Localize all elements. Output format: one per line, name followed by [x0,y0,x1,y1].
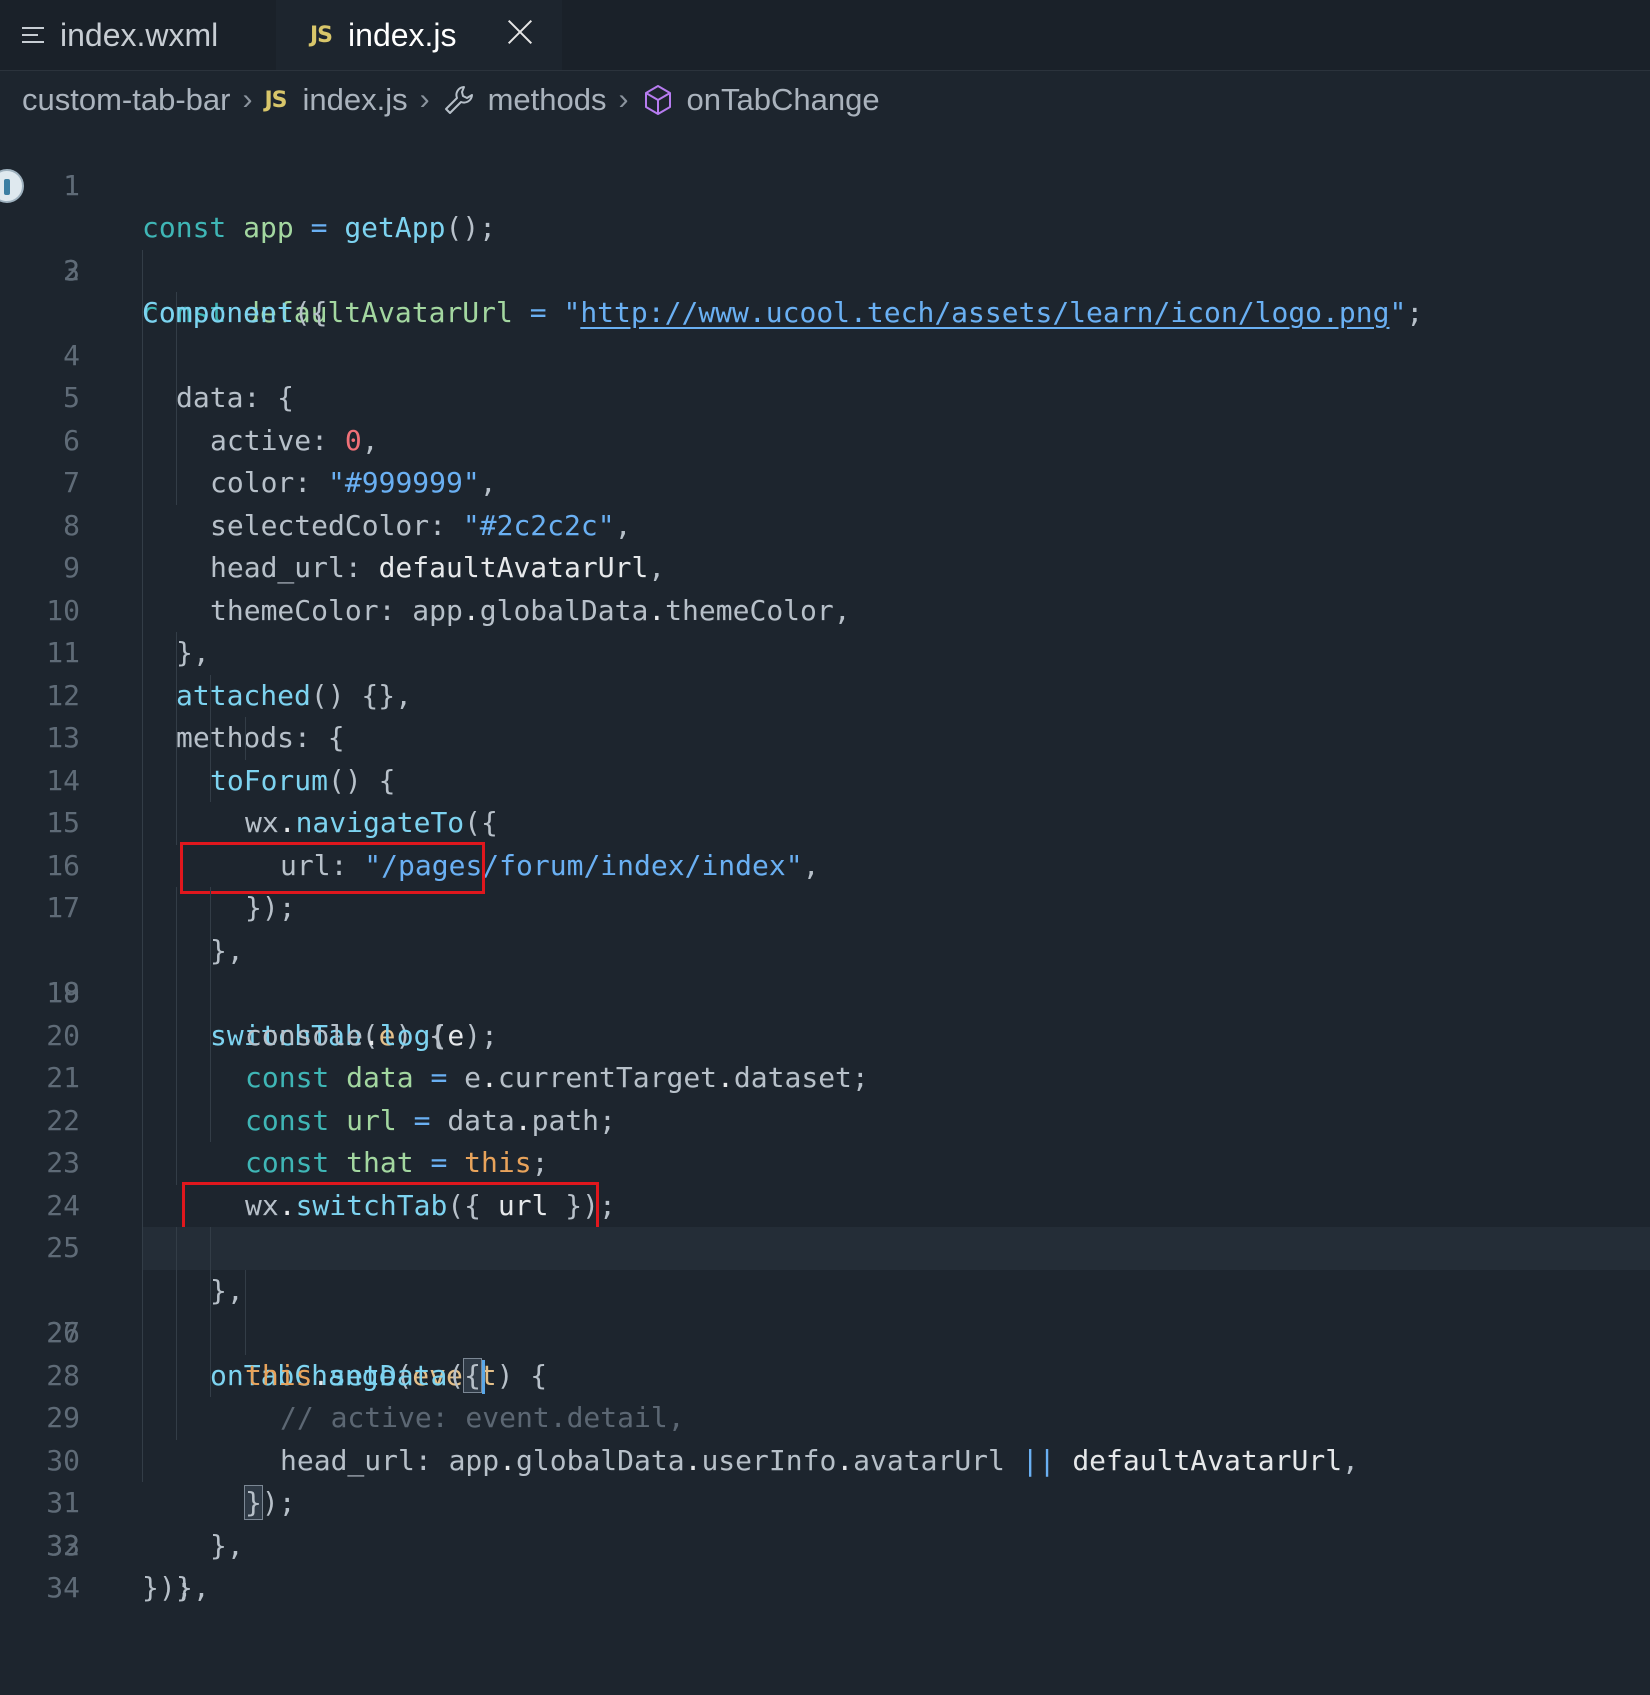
editor-tab-bar: index.wxml JS index.js [0,0,1650,71]
chevron-right-icon: › [242,83,253,116]
code-line: 7 selectedColor: "#2c2c2c", [0,377,1650,542]
breadcrumb-file[interactable]: index.js [303,82,408,118]
chevron-right-icon: › [419,83,430,116]
code-line: 6 color: "#999999", [0,334,1650,499]
code-line: 1 const app = getApp(); [0,122,1650,245]
code-line: 13 toForum() { [0,632,1650,797]
code-editor[interactable]: 1 const app = getApp(); 2 const defaultA… [0,122,1650,1605]
code-line: 23 wx.switchTab({ url }); [0,1057,1650,1222]
tab-label: index.js [348,16,457,53]
code-line: 11 attached() {}, [0,547,1650,712]
highlight-box [180,841,485,894]
code-line: 18 switchTab(e) { [0,841,1650,1052]
breadcrumb-symbol[interactable]: onTabChange [687,82,880,118]
code-line: 16 }); [0,759,1650,924]
chevron-right-icon: › [618,83,629,116]
code-line: 8 head_url: defaultAvatarUrl, [0,419,1650,584]
code-line: 29 head_url: app.globalData.userInfo.ava… [0,1312,1650,1477]
code-line: 24 this.setData({active:parseInt(data.in… [0,1099,1650,1264]
code-line: 12 methods: { [0,589,1650,754]
breadcrumb-folder[interactable]: custom-tab-bar [22,82,230,118]
code-line: 25 }, [0,1142,1650,1307]
code-line: 20 const data = e.currentTarget.dataset; [0,929,1650,1094]
tab-index-js[interactable]: JS index.js [276,0,562,70]
lines-icon [22,24,44,46]
info-icon[interactable] [0,168,24,203]
code-line: 22 const that = this; [0,1014,1650,1179]
code-line: 19 console.log(e); [0,887,1650,1052]
breadcrumb-section[interactable]: methods [488,82,607,118]
close-icon[interactable] [506,18,534,46]
wrench-icon [442,83,476,117]
breadcrumb: custom-tab-bar › JS index.js › methods ›… [22,72,880,128]
code-line: 4 data: { [0,249,1650,414]
tab-index-wxml[interactable]: index.wxml [0,0,276,70]
cube-icon [641,83,675,117]
js-icon: JS [264,87,287,113]
code-line-current: 27 this.setData({ [46,1227,1650,1394]
code-line: 21 const url = data.path; [0,972,1650,1137]
code-line: 30 }); [0,1354,1650,1520]
code-line: 34 [0,1525,1650,1604]
code-line: 14 wx.navigateTo({ [0,674,1650,839]
code-line: 2 const defaultAvatarUrl = "http://www.u… [0,165,1650,329]
code-line: 15 url: "/pages/forum/index/index", [0,717,1650,882]
code-line: 28 // active: event.detail, [0,1269,1650,1434]
line-number: 34 [46,1571,80,1604]
code-line: 3 Component({ [0,207,1650,330]
code-line: 17 }, [0,802,1650,967]
code-line: 10 }, [0,504,1650,669]
code-line: 5 active: 0, [0,292,1650,457]
code-line: 32 }, [0,1439,1650,1604]
code-line: 26 onTabChange(event) { [0,1181,1650,1392]
code-line: 9 themeColor: app.globalData.themeColor, [0,462,1650,627]
code-line: 31 }, [0,1397,1650,1562]
js-icon: JS [310,22,333,48]
code-line: 33 }); [0,1482,1650,1605]
tab-label: index.wxml [60,16,219,53]
highlight-box [182,1181,599,1230]
